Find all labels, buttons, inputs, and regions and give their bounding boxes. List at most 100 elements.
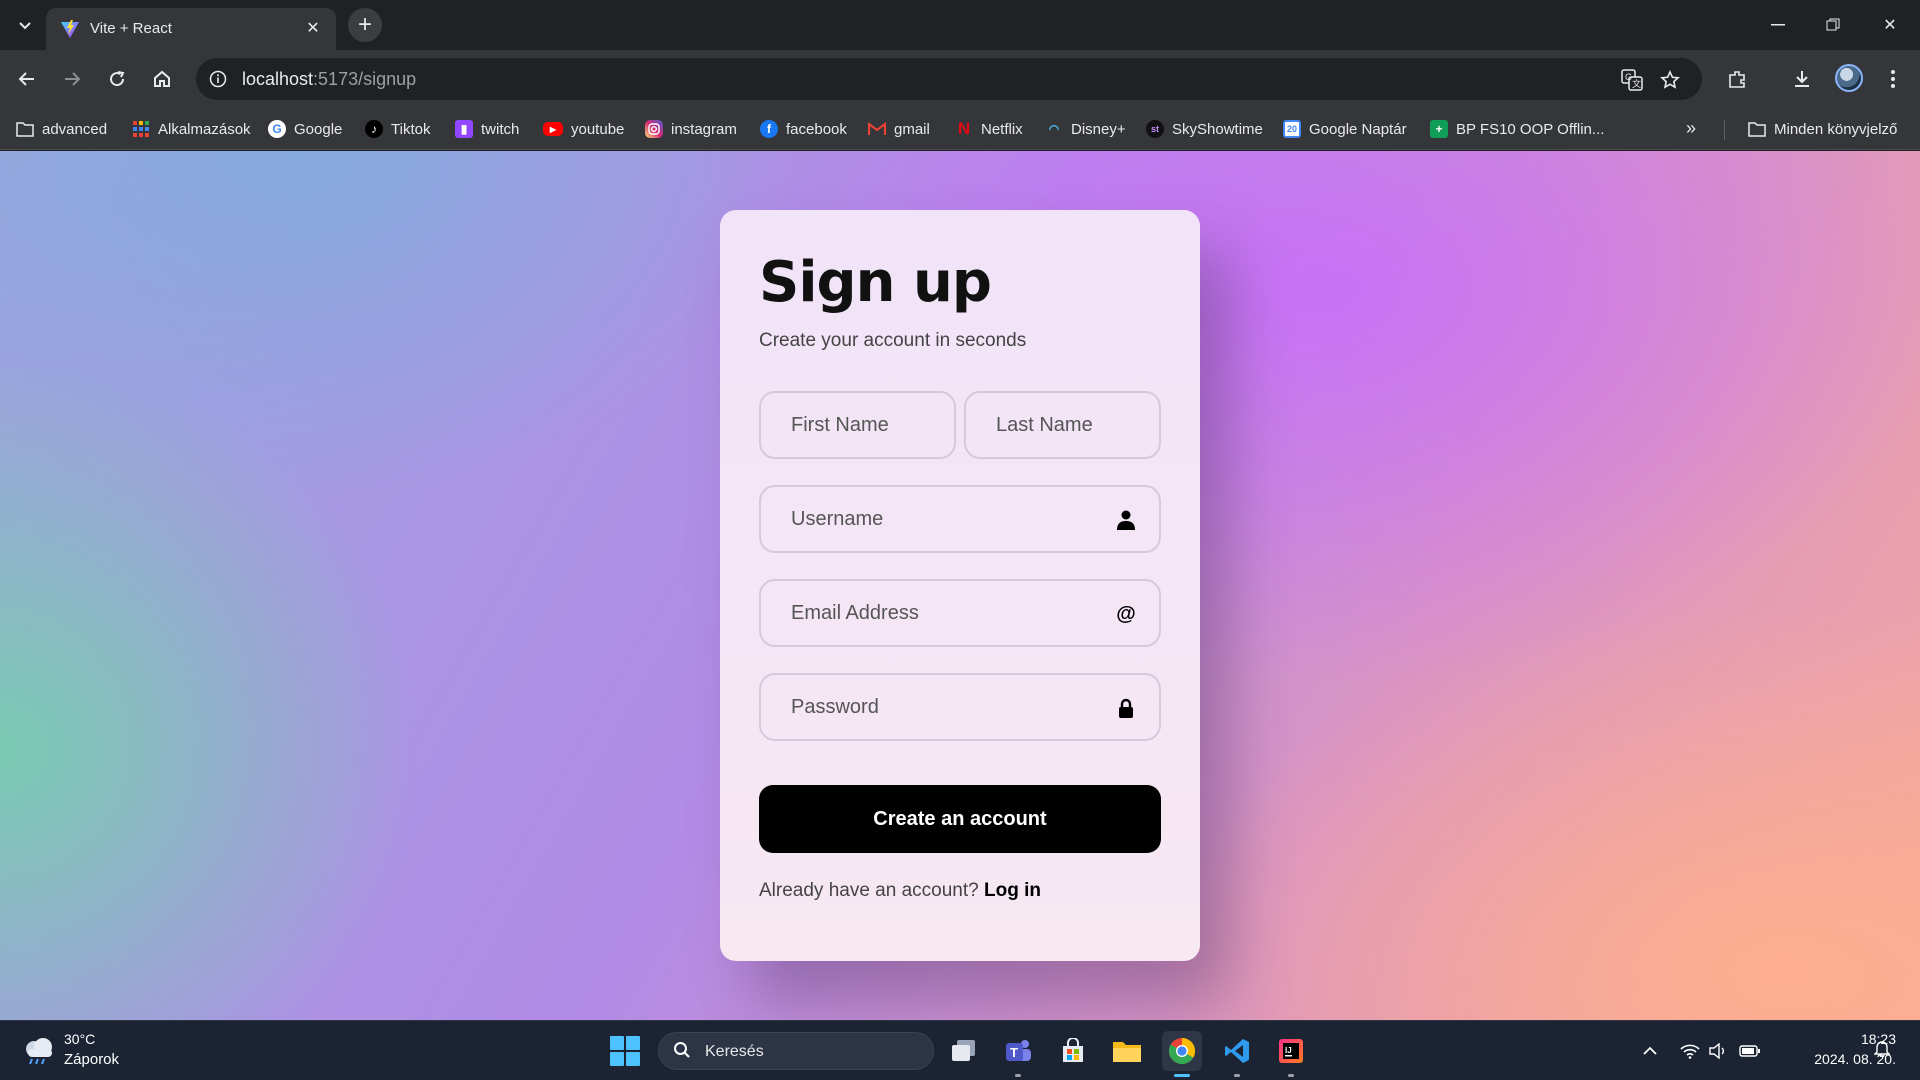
bookmark-star-icon[interactable] bbox=[1658, 68, 1682, 92]
create-account-button[interactable]: Create an account bbox=[759, 785, 1161, 853]
bookmark-label: twitch bbox=[481, 120, 520, 138]
search-icon bbox=[673, 1041, 691, 1064]
bookmark-skyshowtime[interactable]: st SkyShowtime bbox=[1146, 116, 1263, 142]
teams-icon[interactable]: T bbox=[998, 1031, 1038, 1077]
bookmark-label: Google Naptár bbox=[1309, 120, 1407, 138]
bookmark-apps[interactable]: Alkalmazások bbox=[132, 116, 251, 142]
bookmark-disney[interactable]: ◠ Disney+ bbox=[1045, 116, 1126, 142]
back-icon[interactable] bbox=[12, 64, 42, 94]
more-bookmarks-icon[interactable]: » bbox=[1686, 118, 1696, 139]
bookmark-youtube[interactable]: ▶ youtube bbox=[543, 116, 624, 142]
downloads-icon[interactable] bbox=[1787, 64, 1817, 94]
sheets-icon: + bbox=[1430, 120, 1448, 138]
close-window-icon[interactable]: ✕ bbox=[1870, 10, 1910, 40]
task-view-icon[interactable] bbox=[944, 1031, 984, 1071]
password-input[interactable] bbox=[761, 675, 1159, 739]
first-name-field[interactable] bbox=[759, 391, 956, 459]
username-input[interactable] bbox=[761, 487, 1159, 551]
login-prompt-line: Already have an account? Log in bbox=[759, 880, 1041, 902]
menu-kebab-icon[interactable] bbox=[1878, 64, 1908, 94]
search-label: Keresés bbox=[705, 1043, 764, 1060]
bookmark-tiktok[interactable]: ♪ Tiktok bbox=[365, 116, 430, 142]
windows-taskbar: 30°C Záporok Keresés T IJ 18:23 2024. 08… bbox=[0, 1020, 1920, 1080]
email-field[interactable]: @ bbox=[759, 579, 1161, 647]
all-bookmarks[interactable]: Minden könyvjelző bbox=[1748, 116, 1897, 142]
all-bookmarks-label: Minden könyvjelző bbox=[1774, 120, 1898, 138]
svg-text:G: G bbox=[1625, 72, 1632, 82]
bookmark-instagram[interactable]: instagram bbox=[645, 116, 737, 142]
site-info-icon[interactable] bbox=[206, 67, 230, 91]
battery-icon[interactable] bbox=[1738, 1039, 1762, 1063]
browser-titlebar: Vite + React ✕ + ✕ bbox=[0, 0, 1920, 50]
browser-toolbar: localhost:5173/signup G文 bbox=[0, 50, 1920, 108]
reload-icon[interactable] bbox=[102, 64, 132, 94]
email-input[interactable] bbox=[761, 581, 1159, 645]
ms-store-icon[interactable] bbox=[1053, 1031, 1093, 1071]
minimize-icon[interactable] bbox=[1758, 10, 1798, 40]
tray-chevron-up-icon[interactable] bbox=[1638, 1039, 1662, 1063]
taskbar-search[interactable]: Keresés bbox=[658, 1032, 934, 1070]
app-running-indicator bbox=[1288, 1074, 1294, 1077]
username-field[interactable] bbox=[759, 485, 1161, 553]
bookmark-label: instagram bbox=[671, 120, 737, 138]
login-prompt: Already have an account? bbox=[759, 880, 979, 901]
bookmark-label: SkyShowtime bbox=[1172, 120, 1263, 138]
vscode-icon[interactable] bbox=[1217, 1031, 1257, 1077]
calendar-icon: 20 bbox=[1283, 120, 1301, 138]
login-link[interactable]: Log in bbox=[984, 880, 1041, 901]
apps-grid-icon bbox=[132, 120, 150, 138]
restore-icon[interactable] bbox=[1813, 10, 1853, 40]
rain-cloud-icon[interactable] bbox=[22, 1035, 56, 1065]
first-name-input[interactable] bbox=[761, 393, 954, 457]
forward-icon[interactable] bbox=[57, 64, 87, 94]
bookmark-netflix[interactable]: N Netflix bbox=[955, 116, 1023, 142]
bookmark-facebook[interactable]: f facebook bbox=[760, 116, 847, 142]
bookmark-label: Alkalmazások bbox=[158, 120, 251, 138]
svg-text:T: T bbox=[1010, 1045, 1018, 1060]
last-name-field[interactable] bbox=[964, 391, 1161, 459]
new-tab-button[interactable]: + bbox=[348, 8, 382, 42]
extensions-icon[interactable] bbox=[1722, 64, 1752, 94]
bookmarks-divider bbox=[1724, 120, 1725, 140]
wifi-icon[interactable] bbox=[1678, 1039, 1702, 1063]
folder-icon bbox=[16, 120, 34, 138]
page-viewport: Sign up Create your account in seconds @… bbox=[0, 151, 1920, 1020]
intellij-icon[interactable]: IJ bbox=[1271, 1031, 1311, 1077]
tab-search-chevron-icon[interactable] bbox=[12, 12, 38, 38]
windows-start-icon[interactable] bbox=[610, 1036, 640, 1066]
bookmark-label: gmail bbox=[894, 120, 930, 138]
chrome-icon[interactable] bbox=[1162, 1031, 1202, 1077]
home-icon[interactable] bbox=[147, 64, 177, 94]
bookmark-gmail[interactable]: gmail bbox=[868, 116, 930, 142]
bookmark-twitch[interactable]: ▮ twitch bbox=[455, 116, 519, 142]
bookmark-sheets[interactable]: + BP FS10 OOP Offlin... bbox=[1430, 116, 1604, 142]
last-name-input[interactable] bbox=[966, 393, 1159, 457]
volume-icon[interactable] bbox=[1706, 1039, 1730, 1063]
weather-description: Záporok bbox=[64, 1051, 120, 1068]
signup-card: Sign up Create your account in seconds @… bbox=[720, 210, 1200, 961]
app-running-indicator bbox=[1015, 1074, 1021, 1077]
youtube-icon: ▶ bbox=[543, 122, 563, 136]
instagram-icon bbox=[645, 120, 663, 138]
profile-avatar[interactable] bbox=[1835, 64, 1863, 92]
address-bar[interactable]: localhost:5173/signup G文 bbox=[196, 58, 1702, 100]
url-host: localhost bbox=[242, 69, 314, 89]
browser-tab[interactable]: Vite + React ✕ bbox=[46, 8, 336, 50]
password-field[interactable] bbox=[759, 673, 1161, 741]
bookmark-label: facebook bbox=[786, 120, 847, 138]
tab-close-icon[interactable]: ✕ bbox=[302, 17, 324, 39]
translate-icon[interactable]: G文 bbox=[1620, 68, 1644, 92]
at-sign-icon: @ bbox=[1116, 602, 1136, 625]
url-text: localhost:5173/signup bbox=[242, 69, 416, 90]
user-icon bbox=[1115, 509, 1137, 531]
bookmark-label: advanced bbox=[42, 120, 108, 138]
bookmark-google[interactable]: G Google bbox=[268, 116, 342, 142]
bookmarks-bar: advanced Alkalmazások G Google ♪ Tiktok … bbox=[0, 108, 1920, 150]
notification-bell-icon[interactable] bbox=[1873, 1039, 1891, 1062]
tab-title: Vite + React bbox=[90, 20, 172, 37]
bookmark-calendar[interactable]: 20 Google Naptár bbox=[1283, 116, 1407, 142]
facebook-icon: f bbox=[760, 120, 778, 138]
bookmark-label: Netflix bbox=[981, 120, 1023, 138]
bookmark-advanced[interactable]: advanced bbox=[16, 116, 107, 142]
file-explorer-icon[interactable] bbox=[1107, 1031, 1147, 1071]
